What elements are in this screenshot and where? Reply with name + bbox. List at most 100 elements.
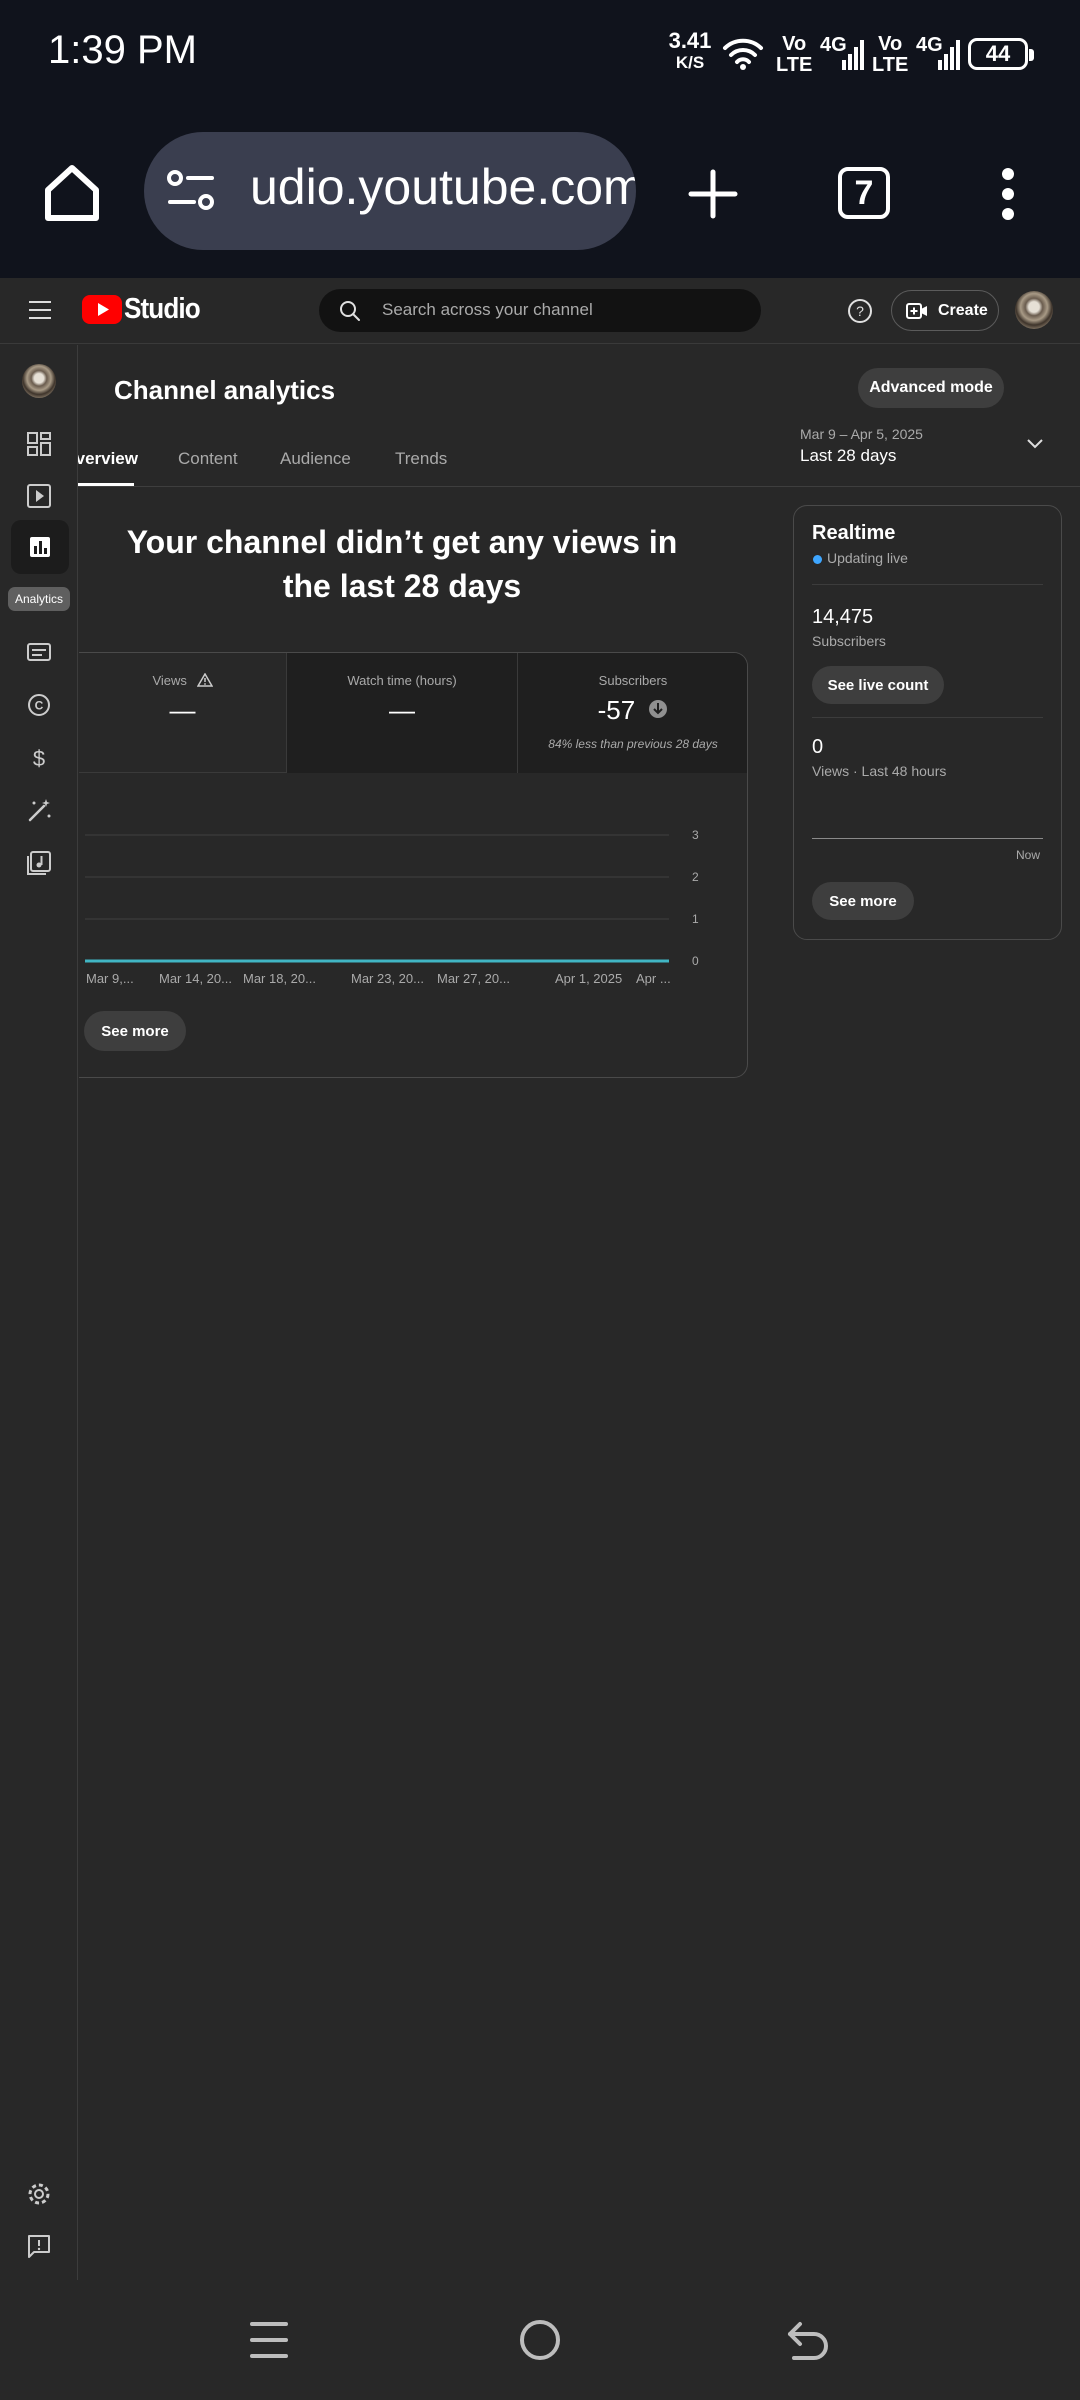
chart-x-tick-label: Mar 14, 20... <box>159 971 232 986</box>
tab-audience[interactable]: Audience <box>280 449 351 469</box>
account-avatar[interactable] <box>1015 291 1053 329</box>
realtime-title: Realtime <box>812 522 896 544</box>
chart-y-tick-label: 0 <box>692 954 699 968</box>
svg-text:C: C <box>35 699 44 713</box>
menu-icon[interactable] <box>29 300 55 320</box>
tab-switcher-button[interactable]: 7 <box>838 167 890 219</box>
chart-x-ticks: Mar 9,... Mar 14, 20... Mar 18, 20... Mar 2… <box>86 971 671 986</box>
signal-icon-1 <box>842 40 864 70</box>
battery-icon: 44 <box>968 38 1034 70</box>
advanced-mode-button[interactable]: Advanced mode <box>858 368 1004 408</box>
chart-x-tick-label: Mar 18, 20... <box>243 971 316 986</box>
status-time: 1:39 PM <box>48 28 197 72</box>
chart-x-tick-label: Mar 23, 20... <box>351 971 424 986</box>
volte2-top: Vo <box>878 33 903 55</box>
tab-overview[interactable]: verview <box>78 449 138 473</box>
settings-gear-icon[interactable] <box>22 2177 56 2211</box>
analytics-icon <box>30 537 50 557</box>
create-video-icon <box>906 302 927 319</box>
tab-overview-label: verview <box>78 449 138 468</box>
metric-subs-note: 84% less than previous 28 days <box>548 737 718 751</box>
tab-trends[interactable]: Trends <box>395 449 447 469</box>
new-tab-icon[interactable] <box>688 169 738 219</box>
battery-level: 44 <box>985 41 1011 66</box>
customization-wand-icon[interactable] <box>22 794 56 828</box>
metric-watch-value: — <box>389 695 415 725</box>
page-title: Channel analytics <box>114 375 336 405</box>
chevron-down-icon <box>1027 439 1043 449</box>
realtime-chart-baseline <box>812 838 1043 839</box>
metric-views-label-row: Views <box>79 672 286 688</box>
tab-content[interactable]: Content <box>178 449 238 469</box>
metric-subs-value: -57 <box>597 695 636 725</box>
analytics-tooltip: Analytics <box>8 587 70 611</box>
metric-views[interactable]: Views — <box>79 653 287 773</box>
youtube-logo-icon[interactable] <box>82 295 122 324</box>
date-range-picker[interactable]: Mar 9 – Apr 5, 2025 Last 28 days <box>790 420 1060 476</box>
metric-subscribers[interactable]: Subscribers -57 84% less than previous 2… <box>518 653 747 773</box>
views-chart: 0 1 2 3 Mar 9,... Mar 14, 20... Mar 18, 20...… <box>85 828 699 986</box>
realtime-views-count: 0 <box>812 736 824 758</box>
search-icon <box>340 301 360 321</box>
metric-watch-time[interactable]: Watch time (hours) — <box>287 653 518 773</box>
dashboard-icon[interactable] <box>22 427 56 461</box>
site-settings-icon[interactable] <box>166 168 216 214</box>
metrics-card: Views — Watch time (hours) — Subscribers… <box>79 652 748 1078</box>
chart-x-tick-label: Mar 9,... <box>86 971 134 986</box>
url-text[interactable]: udio.youtube.com <box>250 158 636 216</box>
browser-toolbar: udio.youtube.com 7 <box>0 110 1080 278</box>
metric-views-value: — <box>169 695 196 725</box>
realtime-views-label: Views · Last 48 hours <box>812 763 947 779</box>
send-feedback-icon[interactable] <box>22 2229 56 2263</box>
more-options-icon[interactable] <box>996 166 1020 222</box>
earn-dollar-icon[interactable]: $ <box>22 741 56 775</box>
date-range-label: Last 28 days <box>800 446 897 465</box>
studio-logo-text[interactable]: Studio <box>124 293 201 326</box>
arrow-down-circle-icon <box>649 700 668 718</box>
status-bar: 1:39 PM 3.41 K/S Vo LTE 4G Vo LTE 4G 44 <box>0 0 1080 110</box>
wifi-icon <box>723 38 763 70</box>
realtime-divider <box>812 717 1043 718</box>
volte-indicator-1: Vo LTE <box>776 34 812 76</box>
realtime-status: Updating live <box>827 550 908 566</box>
create-button[interactable]: Create <box>891 290 999 331</box>
realtime-see-more-button[interactable]: See more <box>812 882 914 920</box>
copyright-icon[interactable]: C <box>22 688 56 722</box>
recent-apps-icon[interactable] <box>248 2318 290 2362</box>
metric-watch-label: Watch time (hours) <box>347 673 457 688</box>
chart-y-tick-label: 3 <box>692 828 699 842</box>
search-placeholder: Search across your channel <box>382 300 593 319</box>
studio-header: Studio Search across your channel ? Crea… <box>0 278 1080 344</box>
realtime-card: Realtime Updating live 14,475 Subscriber… <box>793 505 1062 940</box>
channel-avatar[interactable] <box>22 364 56 398</box>
chart-x-tick-label: Apr ... <box>636 971 671 986</box>
help-icon[interactable]: ? <box>847 298 873 324</box>
signal-icon-2 <box>938 40 960 70</box>
realtime-subscribers-label: Subscribers <box>812 633 886 649</box>
analytics-nav-item[interactable] <box>11 520 69 574</box>
network-speed-unit: K/S <box>675 53 705 72</box>
realtime-divider <box>812 584 1043 585</box>
home-icon[interactable] <box>42 162 102 224</box>
system-navigation-bar <box>0 2280 1080 2400</box>
chart-y-ticks: 0 1 2 3 <box>692 828 699 968</box>
active-tab-indicator <box>78 483 134 486</box>
url-bar[interactable]: udio.youtube.com <box>144 132 636 250</box>
back-icon[interactable] <box>786 2318 832 2362</box>
metric-views-label: Views <box>152 673 187 688</box>
metric-subs-value-row: -57 <box>518 695 747 726</box>
realtime-now-label: Now <box>1016 848 1041 862</box>
content-icon[interactable] <box>22 479 56 513</box>
chart-y-tick-label: 1 <box>692 912 699 926</box>
chart-x-tick-label: Mar 27, 20... <box>437 971 510 986</box>
live-indicator-dot <box>813 555 822 564</box>
realtime-subscribers-count: 14,475 <box>812 606 874 628</box>
home-button-icon[interactable] <box>518 2318 562 2362</box>
svg-text:?: ? <box>856 303 864 319</box>
chart-see-more-button[interactable]: See more <box>84 1011 186 1051</box>
audio-library-icon[interactable] <box>22 846 56 880</box>
see-live-count-button[interactable]: See live count <box>812 666 944 704</box>
chart-y-tick-label: 2 <box>692 870 699 884</box>
search-input[interactable]: Search across your channel <box>319 289 761 332</box>
subtitles-icon[interactable] <box>22 635 56 669</box>
